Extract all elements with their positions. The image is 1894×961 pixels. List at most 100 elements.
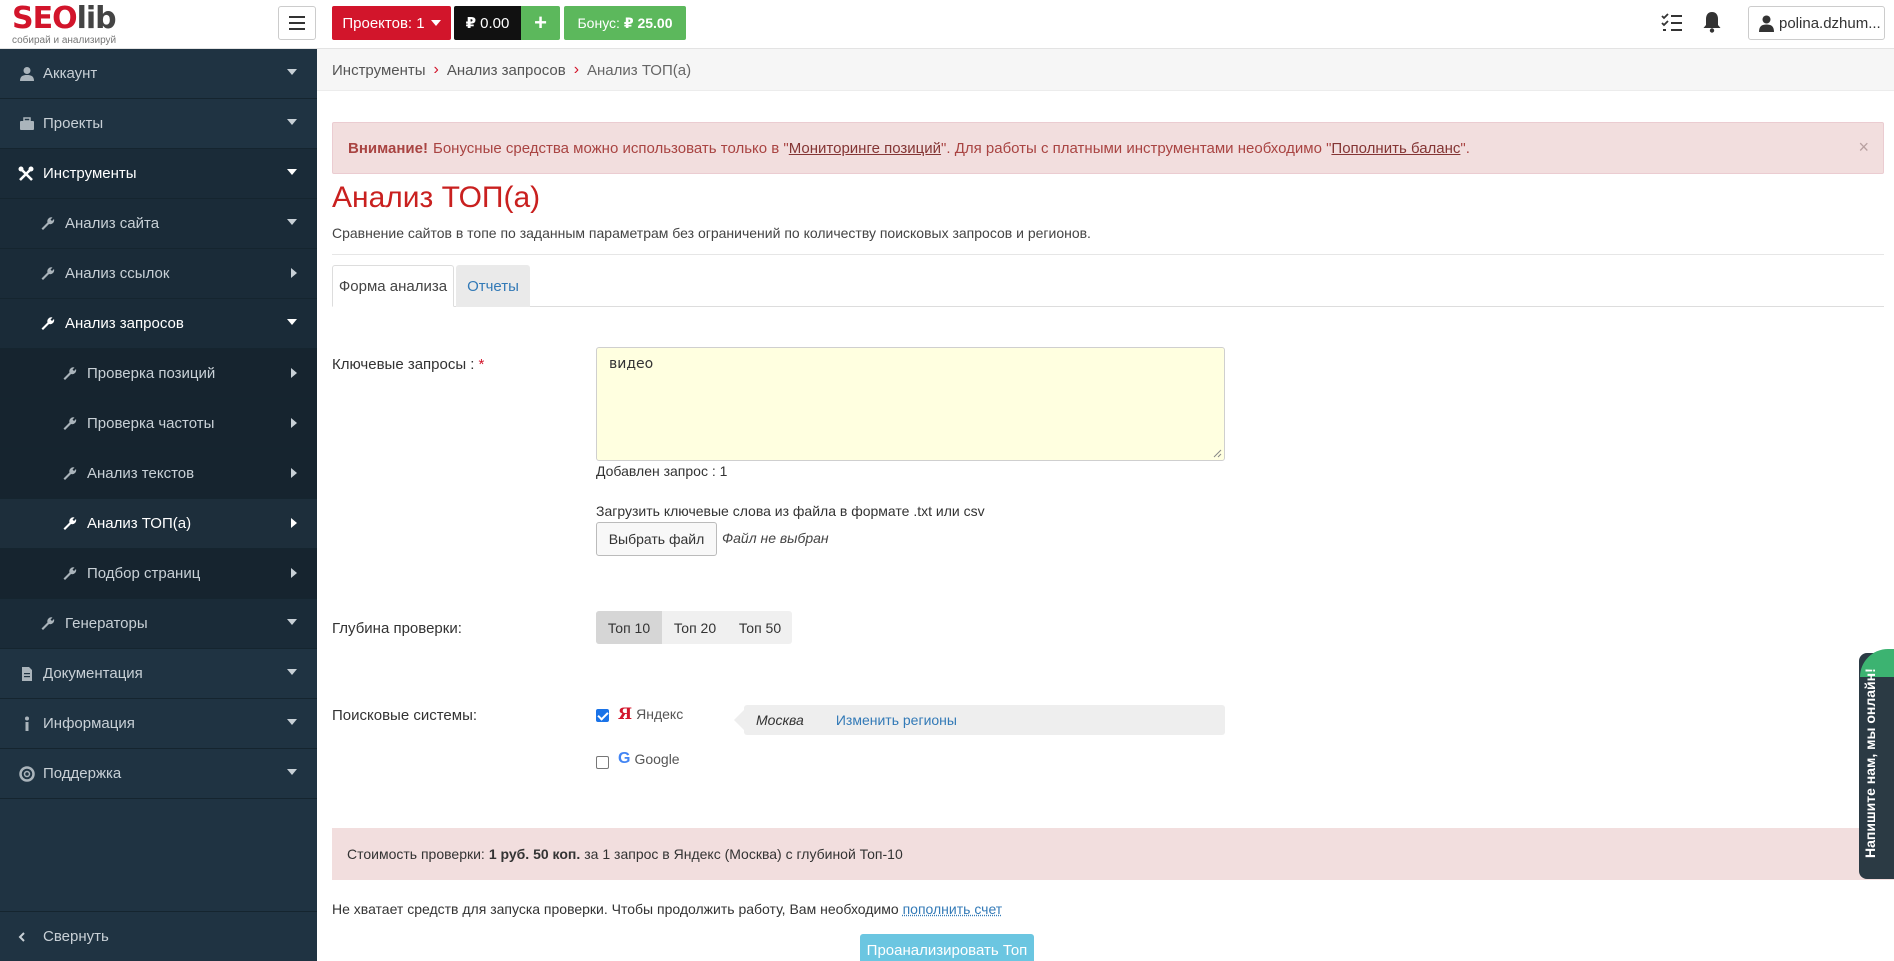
info-icon bbox=[19, 716, 35, 732]
logo-wordmark: SEOlib bbox=[12, 4, 312, 34]
user-menu-button[interactable]: polina.dzhum... bbox=[1748, 6, 1885, 40]
breadcrumb-item-query-analysis[interactable]: Анализ запросов bbox=[447, 62, 566, 79]
depth-top20-button[interactable]: Топ 20 bbox=[662, 611, 728, 644]
yandex-label[interactable]: Я Яндекс bbox=[618, 704, 683, 723]
sidebar-item-site-analysis[interactable]: Анализ сайта bbox=[0, 199, 317, 249]
sidebar-item-support[interactable]: Поддержка bbox=[0, 749, 317, 799]
choose-file-button[interactable]: Выбрать файл bbox=[596, 522, 717, 556]
keywords-textarea[interactable]: видео bbox=[596, 347, 1225, 461]
divider bbox=[332, 254, 1884, 255]
page-title: Анализ ТОП(а) bbox=[332, 181, 540, 215]
sidebar-item-text-analysis[interactable]: Анализ текстов bbox=[0, 449, 317, 499]
sidebar-item-tools[interactable]: Инструменты bbox=[0, 149, 317, 199]
breadcrumb-separator-icon: › bbox=[434, 61, 439, 79]
tab-reports[interactable]: Отчеты bbox=[456, 265, 530, 307]
cost-suffix: за 1 запрос в Яндекс (Москва) с глубиной… bbox=[584, 846, 902, 862]
region-box: Москва Изменить регионы bbox=[744, 705, 1225, 735]
google-logo-icon: G bbox=[618, 750, 630, 768]
alert-strong: Внимание! bbox=[348, 140, 428, 157]
sidebar-item-query-analysis[interactable]: Анализ запросов bbox=[0, 299, 317, 349]
sidebar-collapse-button[interactable]: Свернуть bbox=[0, 911, 317, 961]
wrench-icon bbox=[62, 366, 78, 382]
sidebar-item-information[interactable]: Информация bbox=[0, 699, 317, 749]
chevron-down-icon bbox=[287, 169, 297, 175]
briefcase-icon bbox=[19, 116, 35, 132]
wrench-icon bbox=[62, 516, 78, 532]
monitoring-link[interactable]: Мониторинге позиций bbox=[789, 140, 941, 157]
cost-prefix: Стоимость проверки: bbox=[347, 846, 485, 862]
chevron-right-icon bbox=[291, 518, 297, 528]
logo[interactable]: SEOlib собирай и анализируй bbox=[12, 4, 312, 46]
hamburger-menu-button[interactable] bbox=[278, 6, 316, 40]
logo-tagline: собирай и анализируй bbox=[12, 35, 312, 47]
sidebar-item-account[interactable]: Аккаунт bbox=[0, 49, 317, 99]
top-up-account-link[interactable]: пополнить счет bbox=[903, 901, 1003, 917]
breadcrumb-separator-icon: › bbox=[574, 61, 579, 79]
user-icon bbox=[1759, 15, 1774, 32]
sidebar-item-generators[interactable]: Генераторы bbox=[0, 599, 317, 649]
breadcrumb-item-current: Анализ ТОП(а) bbox=[587, 62, 691, 79]
top-up-balance-link[interactable]: Пополнить баланс bbox=[1331, 140, 1460, 157]
chat-label[interactable]: Напишите нам, мы онлайн! bbox=[1862, 668, 1878, 858]
alert-text-3: ". bbox=[1460, 140, 1470, 157]
sidebar-item-top-analysis[interactable]: Анализ ТОП(а) bbox=[0, 499, 317, 549]
cost-amount: 1 руб. 50 коп. bbox=[489, 846, 580, 862]
added-count: Добавлен запрос : 1 bbox=[596, 463, 727, 479]
change-regions-link[interactable]: Изменить регионы bbox=[836, 712, 957, 728]
sidebar-item-frequency-check[interactable]: Проверка частоты bbox=[0, 399, 317, 449]
chevron-down-icon bbox=[287, 619, 297, 625]
google-checkbox[interactable] bbox=[596, 756, 609, 769]
balance-button[interactable]: ₽ 0.00 bbox=[454, 6, 521, 40]
breadcrumb-bar: Инструменты › Анализ запросов › Анализ Т… bbox=[317, 49, 1894, 91]
depth-top50-button[interactable]: Топ 50 bbox=[728, 611, 792, 644]
balance-value: 0.00 bbox=[480, 15, 509, 32]
wrench-icon bbox=[40, 266, 56, 282]
sidebar-item-link-analysis[interactable]: Анализ ссылок bbox=[0, 249, 317, 299]
breadcrumb: Инструменты › Анализ запросов › Анализ Т… bbox=[332, 61, 691, 79]
projects-dropdown-button[interactable]: Проектов: 1 bbox=[332, 6, 451, 40]
breadcrumb-item-tools[interactable]: Инструменты bbox=[332, 62, 426, 79]
tabs: Форма анализа Отчеты bbox=[332, 265, 1884, 307]
page-description: Сравнение сайтов в топе по заданным пара… bbox=[332, 225, 1091, 241]
chevron-down-icon bbox=[287, 319, 297, 325]
wrench-icon bbox=[62, 466, 78, 482]
chevron-down-icon bbox=[287, 719, 297, 725]
wrench-icon bbox=[62, 566, 78, 582]
sidebar-item-page-selection[interactable]: Подбор страниц bbox=[0, 549, 317, 599]
bonus-ruble-icon: ₽ bbox=[624, 15, 634, 32]
lifebuoy-icon bbox=[19, 766, 35, 782]
tab-analysis-form[interactable]: Форма анализа bbox=[332, 265, 454, 307]
cost-box: Стоимость проверки: 1 руб. 50 коп. за 1 … bbox=[332, 828, 1894, 880]
close-icon[interactable]: × bbox=[1858, 137, 1869, 158]
region-name: Москва bbox=[756, 712, 804, 728]
hamburger-icon bbox=[289, 16, 305, 30]
chevron-down-icon bbox=[287, 769, 297, 775]
required-mark: * bbox=[478, 356, 484, 373]
sidebar-item-position-check[interactable]: Проверка позиций bbox=[0, 349, 317, 399]
sidebar-item-documentation[interactable]: Документация bbox=[0, 649, 317, 699]
search-engines-label: Поисковые системы: bbox=[332, 707, 477, 724]
chevron-down-icon bbox=[287, 669, 297, 675]
yandex-checkbox[interactable] bbox=[596, 709, 609, 722]
caret-down-icon bbox=[431, 20, 441, 26]
depth-button-group: Топ 10 Топ 20 Топ 50 bbox=[596, 611, 792, 644]
bonus-warning-alert: Внимание! Бонусные средства можно исполь… bbox=[332, 122, 1884, 174]
chevron-right-icon bbox=[291, 468, 297, 478]
insufficient-funds-message: Не хватает средств для запуска проверки.… bbox=[332, 901, 1002, 917]
notification-bell-icon[interactable] bbox=[1702, 11, 1722, 33]
sidebar: Аккаунт Проекты Инструменты Анализ сайта… bbox=[0, 49, 317, 961]
chevron-down-icon bbox=[287, 69, 297, 75]
chevron-right-icon bbox=[291, 568, 297, 578]
task-list-icon[interactable] bbox=[1661, 12, 1683, 34]
sidebar-item-projects[interactable]: Проекты bbox=[0, 99, 317, 149]
chevron-right-icon bbox=[291, 418, 297, 428]
user-icon bbox=[19, 66, 35, 82]
bonus-button[interactable]: Бонус: ₽ 25.00 bbox=[564, 6, 686, 40]
chevron-left-icon bbox=[18, 932, 26, 942]
resize-grip-icon[interactable] bbox=[1212, 448, 1222, 458]
google-label[interactable]: G Google bbox=[618, 750, 680, 768]
add-funds-button[interactable]: + bbox=[521, 6, 560, 40]
depth-top10-button[interactable]: Топ 10 bbox=[596, 611, 662, 644]
top-bar: SEOlib собирай и анализируй Проектов: 1 … bbox=[0, 0, 1894, 49]
analyze-top-button[interactable]: Проанализировать Топ bbox=[860, 934, 1034, 961]
